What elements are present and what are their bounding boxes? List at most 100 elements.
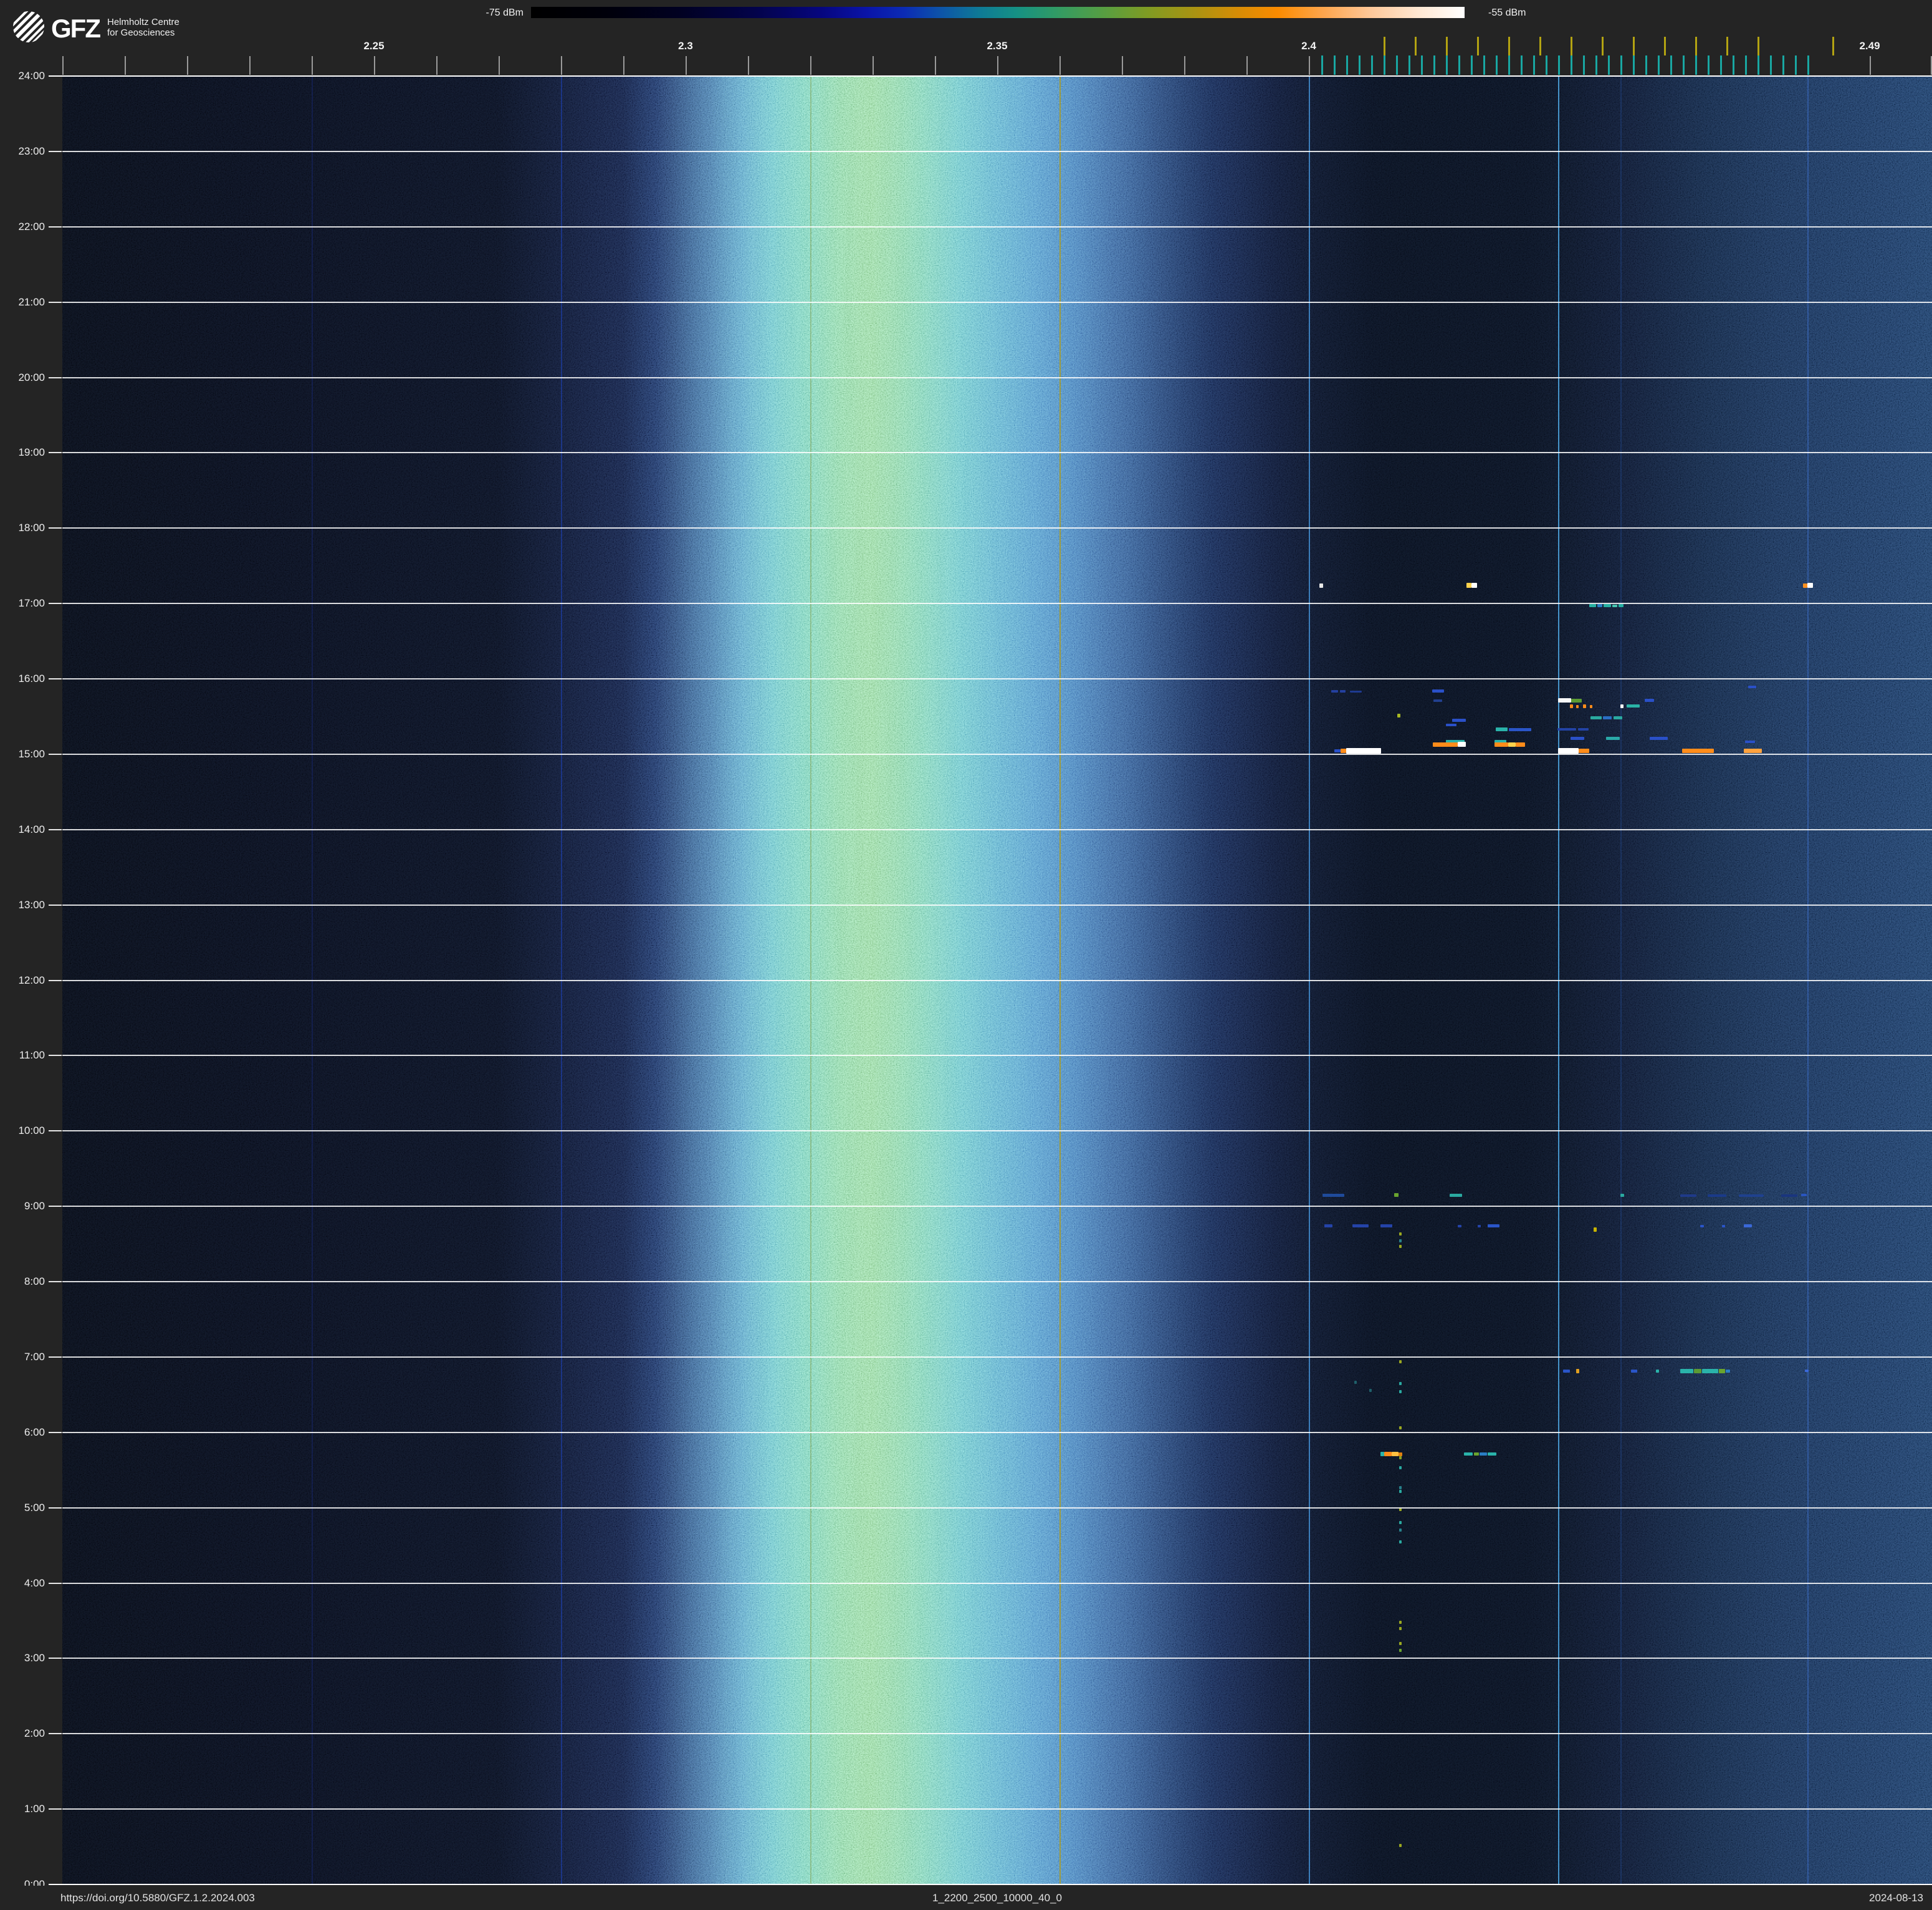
rf-event-dash [1656,1370,1659,1373]
freq-tick-label: 2.3 [678,40,693,52]
rf-event-dash [1700,1225,1704,1227]
wifi-channel-tick [1695,37,1697,55]
time-label: 14:00 [0,823,45,836]
carrier-dot [1399,1382,1402,1385]
dataset-filename: 1_2200_2500_10000_40_0 [873,1892,1122,1904]
time-tick [49,1432,62,1433]
time-tick [49,829,62,830]
carrier-dot [1399,1627,1402,1630]
spectrogram-app: GFZ Helmholtz Centre for Geosciences -75… [0,0,1932,1910]
time-label: 2:00 [0,1727,45,1740]
rf-event-dash [1597,604,1602,607]
ble-channel-tick [1608,55,1610,75]
rf-event-dash [1807,583,1813,588]
hour-gridline [62,1432,1932,1433]
freq-tick-label: 2.25 [363,40,384,52]
carrier-dot [1399,1621,1402,1624]
rf-event-dash [1583,704,1586,708]
freq-tick [748,56,749,75]
rf-event-dash [1708,1194,1726,1197]
rf-event-dash [1571,737,1584,740]
ble-channel-tick [1346,55,1348,75]
rf-event-dash [1578,728,1589,731]
freq-tick [1870,56,1871,75]
freq-tick [997,56,998,75]
time-label: 18:00 [0,522,45,534]
ble-channel-tick [1695,55,1697,75]
time-tick [49,1206,62,1207]
time-label: 19:00 [0,446,45,459]
rf-event-dash [1319,583,1323,588]
ble-channel-tick [1508,55,1510,75]
gfz-logo-icon [12,11,45,43]
doi-link[interactable]: https://doi.org/10.5880/GFZ.1.2.2024.003 [60,1892,255,1904]
ble-channel-tick [1683,55,1685,75]
rf-event-dash [1471,583,1477,588]
freq-tick [1122,56,1123,75]
time-label: 6:00 [0,1426,45,1439]
rf-event-dash [1603,716,1612,719]
carrier-dot [1399,1642,1402,1645]
time-label: 23:00 [0,145,45,158]
time-tick [49,1583,62,1584]
freq-tick [623,56,624,75]
ble-channel-tick [1583,55,1585,75]
wifi-channel-tick [1832,37,1834,55]
wifi-channel-tick [1757,37,1759,55]
rf-event-dash [1478,1225,1481,1227]
time-label: 8:00 [0,1275,45,1288]
ble-channel-tick [1533,55,1535,75]
time-label: 9:00 [0,1200,45,1212]
ble-channel-tick [1421,55,1423,75]
ble-channel-tick [1595,55,1597,75]
freq-tick [1309,56,1310,75]
carrier-dot [1399,1528,1402,1532]
hour-gridline [62,1130,1932,1131]
freq-tick-label: 2.49 [1859,40,1880,52]
rf-event-dash [1384,1452,1392,1456]
hour-gridline [62,527,1932,529]
rf-event-dash [1397,714,1400,717]
rf-event-dash [1781,1194,1797,1197]
rf-event-dash [1324,1224,1332,1227]
rf-event-dash [1579,749,1589,753]
hour-gridline [62,678,1932,679]
freq-tick [62,56,64,75]
rf-event-dash [1801,1194,1807,1196]
freq-tick [499,56,500,75]
time-tick [49,1733,62,1734]
time-tick [49,678,62,679]
rf-event-dash [1722,1225,1725,1227]
rf-event-dash [1680,1369,1693,1373]
rf-event-dash [1558,748,1579,754]
rf-event-dash [1354,1381,1357,1384]
hour-gridline [62,1733,1932,1734]
freq-tick-label: 2.4 [1301,40,1316,52]
rf-event-dash [1516,742,1525,747]
time-tick [49,980,62,981]
wifi-channel-tick [1477,37,1479,55]
rf-event-dash [1488,1224,1499,1227]
time-label: 7:00 [0,1351,45,1363]
time-tick [49,1055,62,1056]
wifi-channel-tick [1726,37,1728,55]
freq-tick [873,56,874,75]
hour-gridline [62,1356,1932,1358]
rf-event-dash [1494,742,1508,747]
time-tick [49,1808,62,1810]
time-label: 13:00 [0,899,45,911]
freq-tick-label: 2.35 [987,40,1007,52]
rf-event-dash [1334,749,1341,752]
time-label: 15:00 [0,748,45,761]
hour-gridline [62,1507,1932,1509]
freq-tick [374,56,375,75]
time-tick [49,1507,62,1509]
rf-event-dash [1570,704,1573,708]
ble-channel-tick [1359,55,1361,75]
freq-tick [561,56,562,75]
rf-event-dash [1620,1194,1624,1197]
carrier-dot [1399,1649,1402,1652]
rf-event-dash [1594,1227,1597,1232]
freq-tick [810,56,811,75]
rf-event-dash [1446,724,1456,726]
